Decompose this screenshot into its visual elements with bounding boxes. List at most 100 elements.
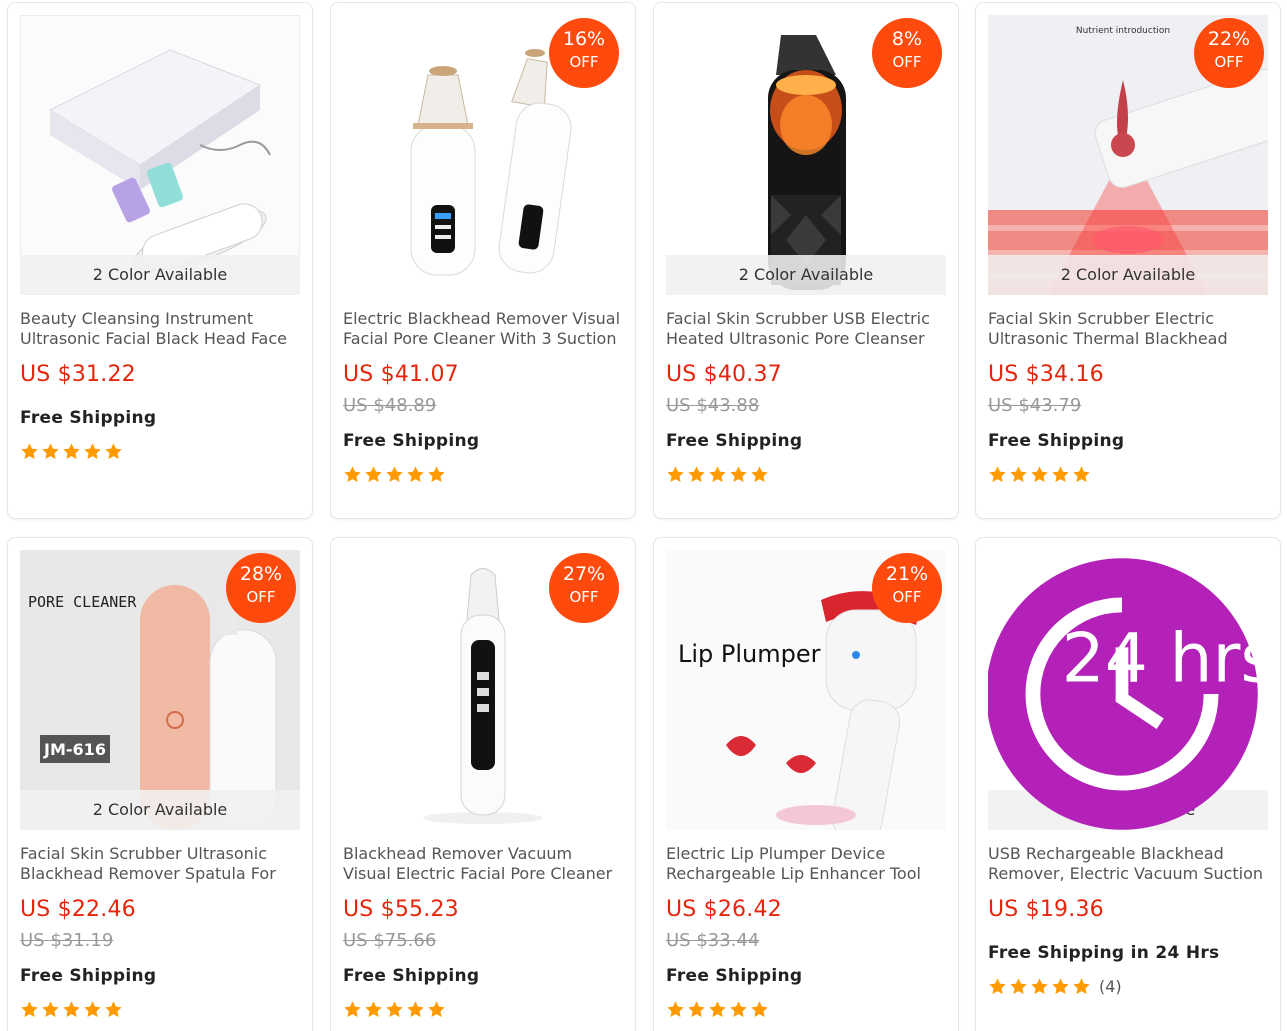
product-card[interactable]: 27% OFF Blackhead Remover Vacuum Visual … (330, 537, 636, 1031)
star-icon (62, 1000, 81, 1019)
star-icon (687, 1000, 706, 1019)
product-price: US $22.46 (20, 897, 136, 922)
free-shipping-label: Free Shipping (666, 431, 803, 451)
product-image[interactable]: 2 Color Available (20, 15, 300, 295)
star-icon (708, 465, 727, 484)
star-icon (406, 1000, 425, 1019)
star-icon (1051, 977, 1070, 996)
color-available-label: 2 Color Available (988, 255, 1268, 295)
product-price: US $41.07 (343, 362, 459, 387)
star-icon (83, 1000, 102, 1019)
product-title[interactable]: Blackhead Remover Vacuum Visual Electric… (343, 844, 625, 884)
free-shipping-label: Free Shipping (988, 431, 1125, 451)
product-image[interactable]: 27% OFF (343, 550, 623, 830)
star-icon (1072, 977, 1091, 996)
original-price: US $48.89 (343, 395, 437, 416)
product-title[interactable]: Facial Skin Scrubber Ultrasonic Blackhea… (20, 844, 302, 884)
product-price: US $40.37 (666, 362, 782, 387)
discount-badge: 8% OFF (872, 18, 942, 88)
star-icon (41, 442, 60, 461)
star-rating (666, 463, 769, 485)
star-icon (41, 1000, 60, 1019)
original-price: US $33.44 (666, 930, 760, 951)
svg-text:24 hrs: 24 hrs (1062, 619, 1262, 698)
star-rating (343, 998, 446, 1020)
original-price: US $75.66 (343, 930, 437, 951)
star-icon (364, 1000, 383, 1019)
star-icon (666, 465, 685, 484)
product-card[interactable]: 16% OFF Electric Blackhead Remover Visua… (330, 2, 636, 519)
star-icon (62, 442, 81, 461)
color-available-label: 2 Color Available (20, 790, 300, 830)
product-image[interactable]: Lip Plumper 21% OFF (666, 550, 946, 830)
star-icon (1051, 465, 1070, 484)
product-title[interactable]: Facial Skin Scrubber Electric Ultrasonic… (988, 309, 1270, 349)
star-icon (385, 465, 404, 484)
discount-badge: 21% OFF (872, 553, 942, 623)
product-price: US $55.23 (343, 897, 459, 922)
product-price: US $31.22 (20, 362, 136, 387)
star-icon (385, 1000, 404, 1019)
image-model: JM-616 (43, 740, 106, 759)
star-icon (104, 442, 123, 461)
star-icon (1009, 465, 1028, 484)
product-card[interactable]: PORE CLEANER JM-616 2 Color Available 28… (7, 537, 313, 1031)
color-available-label: 2 Color Available (20, 255, 300, 295)
color-available-label: 2 Color Available (666, 255, 946, 295)
star-icon (687, 465, 706, 484)
image-caption: PORE CLEANER (28, 593, 137, 611)
original-price: US $43.88 (666, 395, 760, 416)
review-count[interactable]: (4) (1099, 977, 1122, 996)
image-caption: Nutrient introduction (1076, 26, 1170, 36)
product-card[interactable]: 2 Color Available 8% OFF Facial Skin Scr… (653, 2, 959, 519)
24-hours-icon: 24 hrs (988, 558, 1262, 830)
free-shipping-label: Free Shipping (20, 408, 157, 428)
product-card[interactable]: Lip Plumper 21% OFF Electric Lip Plumper… (653, 537, 959, 1031)
free-shipping-label: Free Shipping (343, 966, 480, 986)
discount-badge: 28% OFF (226, 553, 296, 623)
product-card[interactable]: 3 Color Available 24 hrs USB Rechargeabl… (975, 537, 1281, 1031)
free-shipping-label: Free Shipping in 24 Hrs (988, 943, 1220, 963)
star-icon (750, 465, 769, 484)
discount-badge: 27% OFF (549, 553, 619, 623)
product-card[interactable]: 2 Color Available Beauty Cleansing Instr… (7, 2, 313, 519)
product-price: US $34.16 (988, 362, 1104, 387)
star-rating (343, 463, 446, 485)
product-title[interactable]: Facial Skin Scrubber USB Electric Heated… (666, 309, 948, 349)
product-title[interactable]: Electric Blackhead Remover Visual Facial… (343, 309, 625, 349)
original-price: US $43.79 (988, 395, 1082, 416)
original-price: US $31.19 (20, 930, 114, 951)
star-icon (427, 465, 446, 484)
star-rating (666, 998, 769, 1020)
star-icon (20, 1000, 39, 1019)
star-icon (1030, 977, 1049, 996)
product-title[interactable]: Electric Lip Plumper Device Rechargeable… (666, 844, 948, 884)
image-caption: Lip Plumper (678, 640, 821, 668)
discount-badge: 22% OFF (1194, 18, 1264, 88)
product-price: US $26.42 (666, 897, 782, 922)
star-icon (666, 1000, 685, 1019)
product-title[interactable]: Beauty Cleansing Instrument Ultrasonic F… (20, 309, 302, 349)
product-image[interactable]: 16% OFF (343, 15, 623, 295)
product-image[interactable]: 3 Color Available 24 hrs (988, 550, 1268, 830)
star-icon (1030, 465, 1049, 484)
star-icon (406, 465, 425, 484)
product-image[interactable]: PORE CLEANER JM-616 2 Color Available 28… (20, 550, 300, 830)
free-shipping-label: Free Shipping (343, 431, 480, 451)
star-icon (708, 1000, 727, 1019)
star-rating: (4) (988, 975, 1122, 997)
star-icon (729, 465, 748, 484)
star-icon (988, 465, 1007, 484)
product-title[interactable]: USB Rechargeable Blackhead Remover, Elec… (988, 844, 1270, 884)
star-icon (729, 1000, 748, 1019)
star-icon (20, 442, 39, 461)
product-image[interactable]: Nutrient introduction 2 Color Available … (988, 15, 1268, 295)
star-icon (364, 465, 383, 484)
product-image[interactable]: 2 Color Available 8% OFF (666, 15, 946, 295)
product-card[interactable]: Nutrient introduction 2 Color Available … (975, 2, 1281, 519)
star-rating (20, 440, 123, 462)
star-icon (1072, 465, 1091, 484)
star-icon (988, 977, 1007, 996)
star-icon (83, 442, 102, 461)
star-icon (427, 1000, 446, 1019)
